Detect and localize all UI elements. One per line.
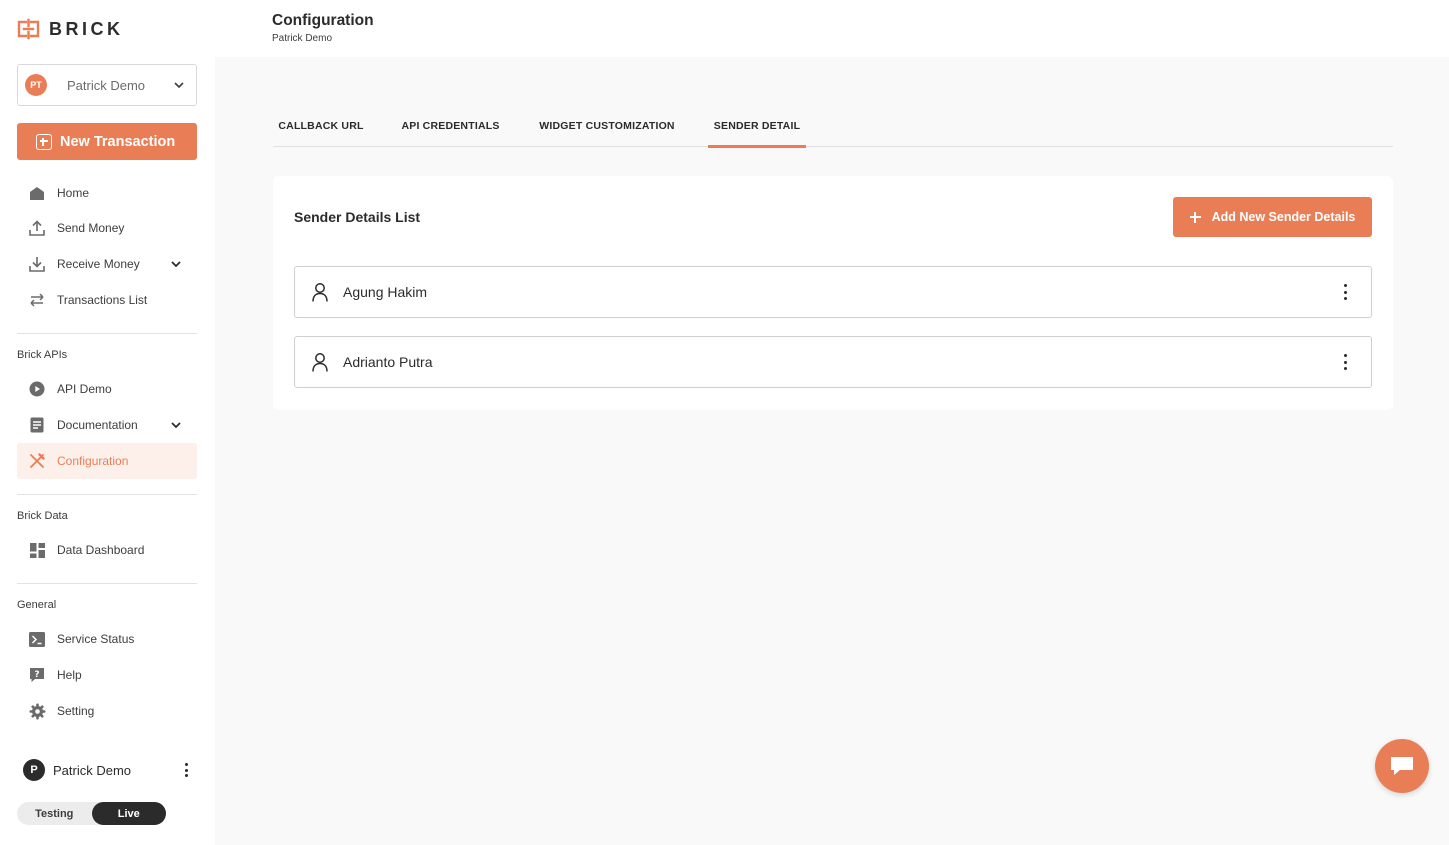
- upload-icon: [28, 219, 46, 237]
- page-subtitle: Patrick Demo: [272, 33, 333, 44]
- more-vertical-icon[interactable]: [1339, 283, 1351, 301]
- sidebar-item-label: Configuration: [57, 454, 129, 468]
- svg-text:?: ?: [34, 670, 39, 680]
- sidebar-item-label: API Demo: [57, 382, 112, 396]
- sender-name: Adrianto Putra: [343, 354, 433, 370]
- user-name: Patrick Demo: [53, 762, 132, 778]
- sidebar: BRICK PT Patrick Demo New Transaction Ho…: [0, 0, 215, 845]
- more-vertical-icon[interactable]: [179, 761, 193, 779]
- sender-name: Agung Hakim: [343, 284, 428, 300]
- new-transaction-label: New Transaction: [60, 133, 176, 150]
- sidebar-item-transactions-list[interactable]: Transactions List: [17, 282, 197, 318]
- add-new-sender-button[interactable]: Add New Sender Details: [1173, 197, 1372, 237]
- divider: [17, 333, 197, 334]
- sidebar-item-documentation[interactable]: Documentation: [17, 407, 197, 443]
- user-icon: [312, 283, 328, 302]
- add-new-sender-label: Add New Sender Details: [1211, 210, 1356, 224]
- swap-arrows-icon: [28, 291, 46, 309]
- brick-logo[interactable]: BRICK: [17, 18, 124, 40]
- sidebar-item-label: Setting: [57, 704, 95, 718]
- page-header: Configuration Patrick Demo: [215, 0, 1449, 57]
- sidebar-item-setting[interactable]: Setting: [17, 693, 197, 729]
- sidebar-item-send-money[interactable]: Send Money: [17, 210, 197, 246]
- more-vertical-icon[interactable]: [1339, 353, 1351, 371]
- section-title-general: General: [17, 599, 57, 611]
- sidebar-item-data-dashboard[interactable]: Data Dashboard: [17, 532, 197, 568]
- chevron-down-icon: [171, 422, 181, 429]
- account-selector[interactable]: PT Patrick Demo: [17, 64, 197, 106]
- main-content: CALLBACK URL API CREDENTIALS WIDGET CUST…: [215, 57, 1449, 845]
- chevron-down-icon: [174, 82, 184, 89]
- chat-icon: [1391, 757, 1413, 775]
- section-title-brick-data: Brick Data: [17, 510, 68, 522]
- new-transaction-button[interactable]: New Transaction: [17, 123, 197, 160]
- divider: [17, 494, 197, 495]
- download-icon: [28, 255, 46, 273]
- avatar: P: [23, 759, 45, 781]
- sidebar-item-label: Documentation: [57, 418, 138, 432]
- card-title: Sender Details List: [294, 209, 421, 225]
- sidebar-item-label: Service Status: [57, 632, 135, 646]
- brick-logo-icon: [17, 18, 40, 40]
- live-toggle-button[interactable]: Live: [91, 802, 166, 825]
- user-profile: P Patrick Demo: [23, 759, 193, 781]
- sidebar-item-home[interactable]: Home: [17, 175, 197, 211]
- config-tabs: CALLBACK URL API CREDENTIALS WIDGET CUST…: [273, 105, 1393, 148]
- chevron-down-icon: [171, 261, 181, 268]
- sidebar-item-label: Home: [57, 186, 90, 200]
- account-name: Patrick Demo: [67, 77, 146, 93]
- play-circle-icon: [28, 380, 46, 398]
- sidebar-item-label: Help: [57, 668, 82, 682]
- tools-icon: [28, 452, 46, 470]
- account-avatar: PT: [25, 74, 47, 96]
- terminal-icon: [28, 630, 46, 648]
- plus-square-icon: [36, 133, 52, 150]
- chat-support-button[interactable]: [1375, 739, 1429, 793]
- environment-toggle: Testing Live: [17, 802, 166, 825]
- list-item[interactable]: Agung Hakim: [294, 266, 1372, 318]
- dashboard-icon: [28, 541, 46, 559]
- section-title-brick-apis: Brick APIs: [17, 349, 68, 361]
- user-icon: [312, 353, 328, 372]
- help-icon: ?: [28, 666, 46, 684]
- list-item[interactable]: Adrianto Putra: [294, 336, 1372, 388]
- tab-callback-url[interactable]: CALLBACK URL: [273, 105, 369, 147]
- sender-details-card: Sender Details List Add New Sender Detai…: [273, 176, 1393, 410]
- gear-icon: [28, 702, 46, 720]
- sidebar-item-service-status[interactable]: Service Status: [17, 621, 197, 657]
- tab-widget-customization[interactable]: WIDGET CUSTOMIZATION: [531, 105, 683, 147]
- testing-toggle-button[interactable]: Testing: [17, 802, 92, 825]
- plus-icon: [1189, 211, 1201, 223]
- sidebar-item-api-demo[interactable]: API Demo: [17, 371, 197, 407]
- page-title: Configuration: [272, 12, 374, 29]
- tab-sender-detail[interactable]: SENDER DETAIL: [708, 105, 806, 148]
- sidebar-item-configuration[interactable]: Configuration: [17, 443, 197, 479]
- document-icon: [28, 416, 46, 434]
- sidebar-item-label: Transactions List: [57, 293, 148, 307]
- sidebar-item-receive-money[interactable]: Receive Money: [17, 246, 197, 282]
- sidebar-item-help[interactable]: ? Help: [17, 657, 197, 693]
- home-icon: [28, 184, 46, 202]
- sidebar-item-label: Send Money: [57, 221, 125, 235]
- sidebar-item-label: Receive Money: [57, 257, 140, 271]
- sidebar-item-label: Data Dashboard: [57, 543, 145, 557]
- tab-api-credentials[interactable]: API CREDENTIALS: [395, 105, 506, 147]
- divider: [17, 583, 197, 584]
- brand-name: BRICK: [49, 18, 124, 39]
